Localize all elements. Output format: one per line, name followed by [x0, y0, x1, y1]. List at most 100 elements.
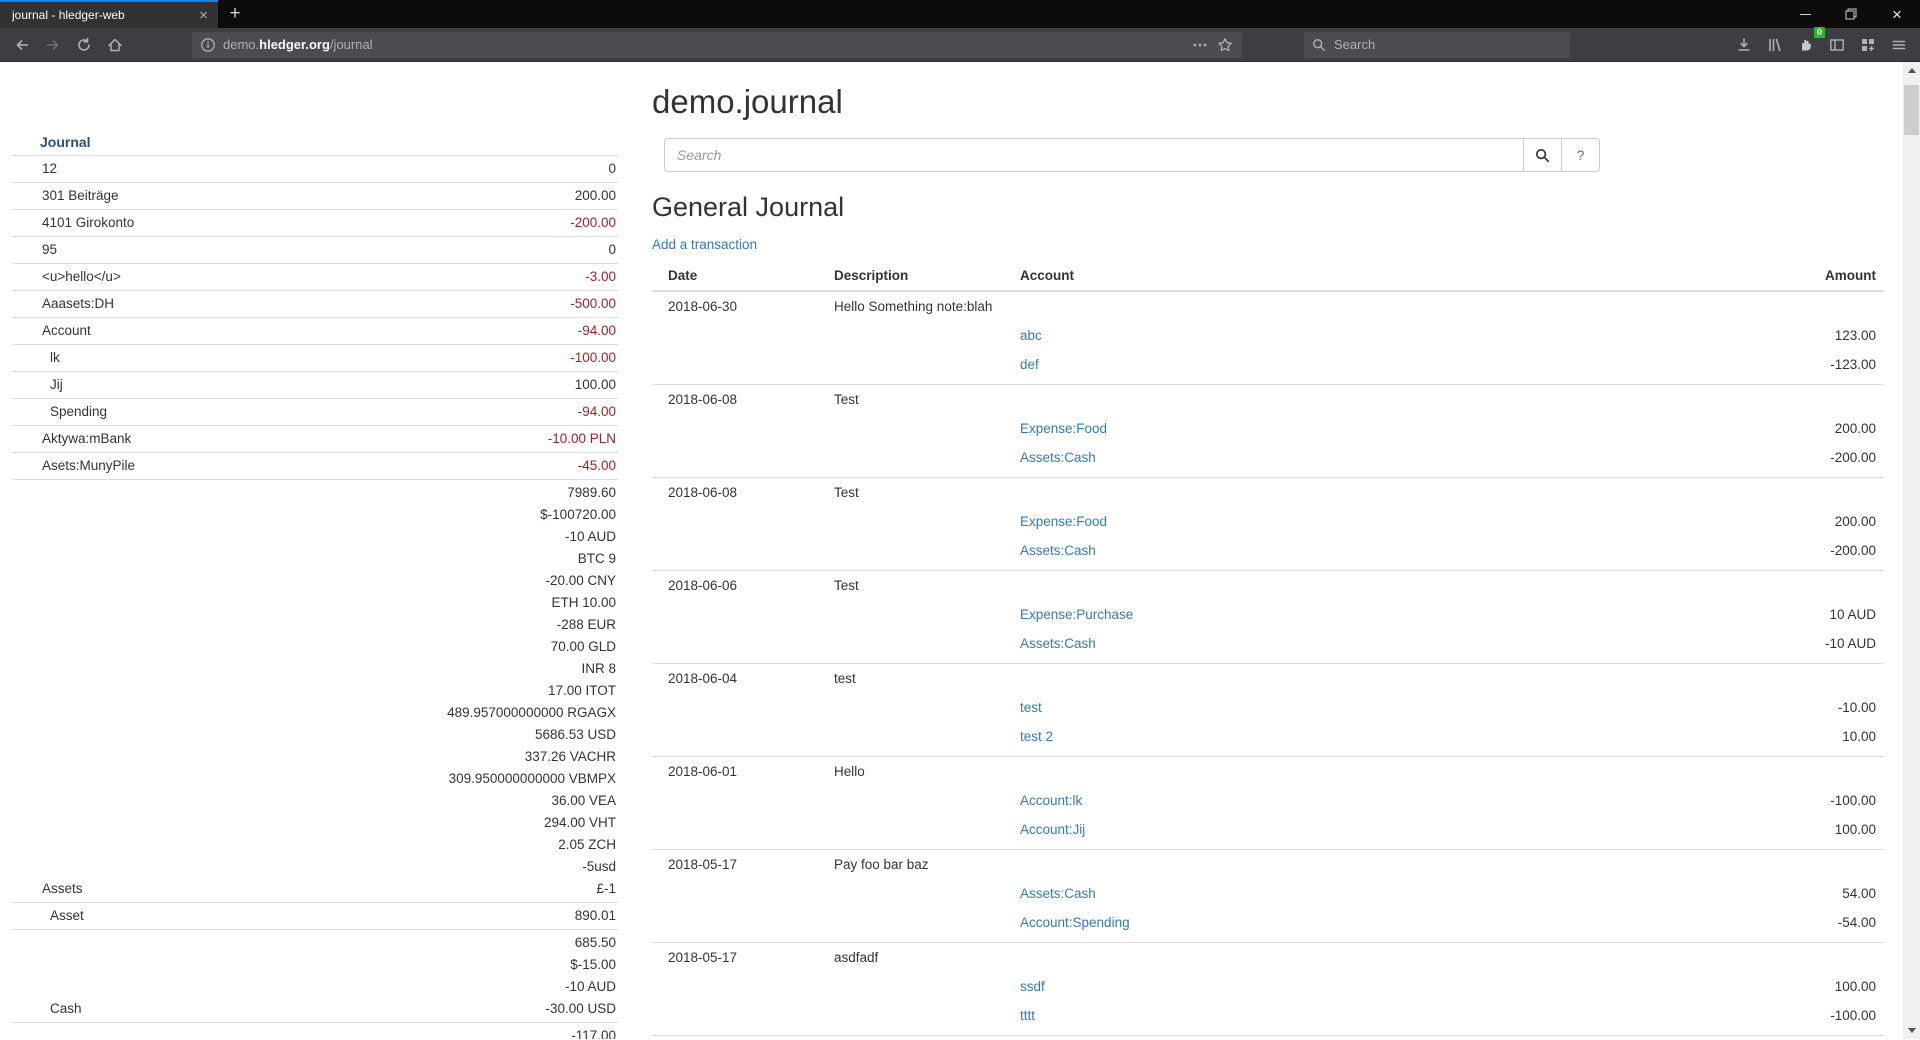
transaction-date: 2018-06-01 [668, 762, 834, 782]
account-link[interactable]: lk [12, 347, 60, 369]
sidebar-account-row: 120 [12, 156, 618, 183]
tab-close-icon[interactable]: × [197, 8, 210, 23]
posting-account-link[interactable]: ssdf [1020, 977, 1045, 997]
account-link[interactable]: 95 [12, 239, 57, 261]
titlebar: journal - hledger-web × + × [0, 0, 1920, 28]
reload-button[interactable] [68, 31, 99, 59]
toolbar-search-field[interactable]: Search [1304, 32, 1570, 58]
posting-account-link[interactable]: test 2 [1020, 727, 1053, 747]
posting-account-link[interactable]: Assets:Cash [1020, 448, 1096, 468]
account-link[interactable]: Spending [12, 401, 107, 423]
account-balance: 0 [57, 239, 618, 261]
bookmark-star-icon[interactable] [1216, 37, 1234, 53]
url-text[interactable]: demo.hledger.org/journal [223, 37, 373, 52]
back-icon [14, 37, 30, 53]
page-scrollbar[interactable] [1903, 62, 1920, 1039]
transaction: 2018-05-17asdfadfssdf100.00tttt-100.00 [652, 943, 1884, 1036]
posting-row: test-10.00 [668, 693, 1876, 722]
posting-account-link[interactable]: test [1020, 698, 1042, 718]
account-link[interactable]: Cash [12, 998, 82, 1020]
minimize-icon [1800, 14, 1811, 15]
hamburger-menu-icon [1891, 37, 1907, 53]
posting-account-link[interactable]: Expense:Purchase [1020, 605, 1133, 625]
balance-amount: 7989.60 [83, 482, 616, 504]
sidebar-account-row: Spending-94.00 [12, 399, 618, 426]
account-link[interactable]: Aktywa:mBank [12, 428, 131, 450]
posting-account-link[interactable]: Expense:Food [1020, 419, 1107, 439]
posting-amount: 10.00 [1842, 727, 1876, 747]
apps-button[interactable] [1852, 31, 1883, 59]
balance-amount: 685.50 [82, 932, 616, 954]
transaction: 2018-05-17Pay foo bar bazAssets:Cash54.0… [652, 850, 1884, 943]
transactions-table-header: Date Description Account Amount [652, 262, 1884, 292]
scrollbar-down-arrow-icon[interactable] [1903, 1022, 1920, 1039]
account-balance: 7989.60$-100720.00-10 AUDBTC 9-20.00 CNY… [83, 482, 618, 900]
transaction-description: Test [834, 483, 1876, 503]
transaction-description: Hello Something note:blah [834, 297, 1876, 317]
transaction-description: Test [834, 576, 1876, 596]
back-button[interactable] [6, 31, 37, 59]
posting-account-link[interactable]: Assets:Cash [1020, 634, 1096, 654]
posting-account-link[interactable]: Assets:Cash [1020, 541, 1096, 561]
account-link[interactable]: Account [12, 320, 91, 342]
posting-account-link[interactable]: def [1020, 355, 1039, 375]
transactions: 2018-06-30Hello Something note:blahabc12… [652, 292, 1884, 1039]
browser-tab[interactable]: journal - hledger-web × [0, 0, 218, 28]
posting-account-link[interactable]: Account:Spending [1020, 913, 1130, 933]
account-link[interactable]: <u>hello</u> [12, 266, 121, 288]
new-tab-button[interactable]: + [218, 0, 252, 28]
url-bar[interactable]: demo.hledger.org/journal [192, 32, 1242, 58]
balance-amount: -94.00 [107, 401, 616, 423]
posting-account-link[interactable]: tttt [1020, 1006, 1035, 1026]
account-link[interactable]: 301 Beiträge [12, 185, 119, 207]
downloads-button[interactable] [1728, 31, 1759, 59]
account-balance: -200.00 [134, 212, 618, 234]
sidebar-journal-link[interactable]: Journal [12, 132, 618, 156]
account-link[interactable]: Asset [12, 905, 84, 927]
add-transaction-link[interactable]: Add a transaction [652, 237, 757, 252]
posting-account-link[interactable]: Account:lk [1020, 791, 1082, 811]
adblock-extension-button[interactable]: 0 [1790, 31, 1821, 59]
account-link[interactable]: Aaasets:DH [12, 293, 114, 315]
account-link[interactable]: 4101 Girokonto [12, 212, 134, 234]
account-link[interactable]: Asets:MunyPile [12, 455, 135, 477]
scrollbar-up-arrow-icon[interactable] [1903, 62, 1920, 79]
search-help-button[interactable]: ? [1562, 138, 1600, 172]
home-button[interactable] [99, 31, 130, 59]
site-info-icon[interactable] [200, 37, 216, 53]
sidebar-account-row: 950 [12, 237, 618, 264]
forward-button[interactable] [37, 31, 68, 59]
transaction-head: 2018-06-30Hello Something note:blah [668, 292, 1876, 321]
column-header-date: Date [668, 268, 834, 283]
menu-button[interactable] [1883, 31, 1914, 59]
account-link[interactable]: Assets [12, 878, 83, 900]
balance-amount: -10 AUD [83, 526, 616, 548]
transaction-head: 2018-06-04test [668, 664, 1876, 693]
balance-amount: $-15.00 [82, 954, 616, 976]
library-button[interactable] [1759, 31, 1790, 59]
balance-amount: 337.26 VACHR [83, 746, 616, 768]
window-restore-button[interactable] [1828, 0, 1874, 28]
window-minimize-button[interactable] [1782, 0, 1828, 28]
transaction-head: 2018-05-17asdfadf [668, 943, 1876, 972]
scrollbar-thumb[interactable] [1904, 85, 1919, 135]
posting-account-link[interactable]: Account:Jij [1020, 820, 1085, 840]
account-link[interactable]: Jij [12, 374, 63, 396]
account-link[interactable]: 12 [12, 158, 57, 180]
window-close-button[interactable]: × [1874, 0, 1920, 28]
sidebar-toggle-button[interactable] [1821, 31, 1852, 59]
posting-account-link[interactable]: Expense:Food [1020, 512, 1107, 532]
search-input[interactable] [664, 138, 1524, 172]
transaction-description: Hello [834, 762, 1876, 782]
balance-amount: 70.00 GLD [83, 636, 616, 658]
posting-amount: 54.00 [1842, 884, 1876, 904]
apps-grid-icon [1860, 37, 1876, 53]
sidebar-account-row: Assets7989.60$-100720.00-10 AUDBTC 9-20.… [12, 480, 618, 903]
posting-account-link[interactable]: abc [1020, 326, 1042, 346]
url-subdomain: demo. [223, 37, 259, 52]
balance-amount: 5686.53 USD [83, 724, 616, 746]
browser-window: journal - hledger-web × + × [0, 0, 1920, 1039]
search-button[interactable] [1524, 138, 1562, 172]
posting-account-link[interactable]: Assets:Cash [1020, 884, 1096, 904]
page-actions-icon[interactable] [1192, 37, 1208, 53]
